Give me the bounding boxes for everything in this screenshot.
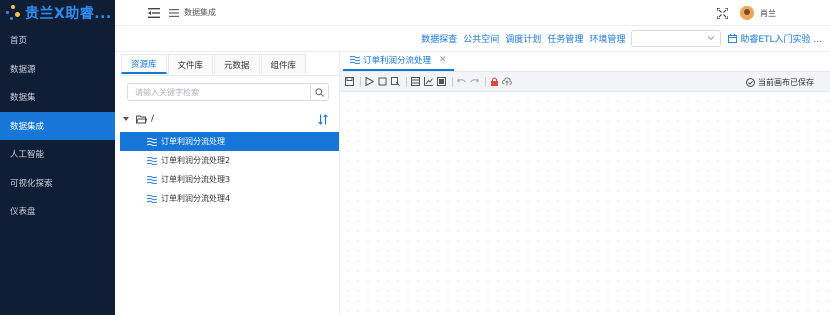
flow-icon <box>147 137 157 146</box>
sidebar-item-data-integration[interactable]: 数据集成 <box>0 111 115 140</box>
sidebar-item-datasource[interactable]: 数据源 <box>0 55 115 84</box>
chart-icon[interactable] <box>423 77 433 87</box>
editor-tabs: 订单利润分流处理 ✕ <box>340 52 830 72</box>
flow-icon <box>147 194 157 203</box>
resource-tree: 订单利润分流处理 订单利润分流处理2 订单利润分流处理3 订单利润分流处理4 <box>120 132 339 208</box>
sidebar-item-label: 人工智能 <box>10 150 45 161</box>
username[interactable]: 肖兰 <box>760 8 776 19</box>
flow-icon <box>147 175 157 184</box>
link-schedule-plan[interactable]: 调度计划 <box>505 32 541 45</box>
undo-icon[interactable] <box>456 77 466 87</box>
tree-item-label: 订单利润分流处理3 <box>161 175 231 184</box>
sidebar-item-dataset[interactable]: 数据集 <box>0 83 115 112</box>
tree-item[interactable]: 订单利润分流处理 <box>120 132 339 151</box>
search-button[interactable] <box>310 84 328 100</box>
caret-down-icon[interactable] <box>123 117 129 121</box>
check-circle-icon <box>746 78 755 87</box>
menu-collapse-icon[interactable] <box>148 7 160 18</box>
sidebar-item-label: 数据源 <box>10 64 36 75</box>
environment-select[interactable] <box>631 30 722 47</box>
sidebar-item-label: 仪表盘 <box>10 207 36 218</box>
lock-icon[interactable] <box>489 77 499 87</box>
tab-resource-library[interactable]: 资源库 <box>121 54 167 74</box>
search-icon <box>315 87 324 97</box>
sidebar-item-ai[interactable]: 人工智能 <box>0 140 115 169</box>
sidebar-item-home[interactable]: 首页 <box>0 26 115 55</box>
avatar[interactable] <box>740 6 754 20</box>
tree-item-label: 订单利润分流处理2 <box>161 156 231 165</box>
tree-root[interactable]: / <box>123 114 154 124</box>
top-header: 数据集成 肖兰 <box>115 0 830 26</box>
editor-tab[interactable]: 订单利润分流处理 ✕ <box>343 51 454 71</box>
fullscreen-icon[interactable] <box>717 7 728 19</box>
tab-component-library[interactable]: 组件库 <box>260 54 307 74</box>
etl-guide-link[interactable]: 助睿ETL入门实验 ... <box>728 32 822 45</box>
table-icon[interactable] <box>436 77 446 87</box>
editor-area: 订单利润分流处理 ✕ 当前画布已保存 <box>340 52 830 315</box>
toolbar-divider <box>485 76 486 87</box>
etl-guide-label: 助睿ETL入门实验 ... <box>740 35 822 45</box>
tree-item[interactable]: 订单利润分流处理4 <box>120 189 339 208</box>
folder-open-icon <box>136 115 147 123</box>
sidebar-item-label: 首页 <box>10 36 28 47</box>
editor-toolbar: 当前画布已保存 <box>340 72 830 92</box>
toolbar-divider <box>406 76 407 87</box>
editor-tab-label: 订单利润分流处理 <box>363 56 432 66</box>
grid-icon[interactable] <box>410 77 420 87</box>
link-public-space[interactable]: 公共空间 <box>463 32 499 45</box>
flow-icon <box>350 56 360 64</box>
search-input[interactable] <box>128 84 310 100</box>
breadcrumb: 数据集成 <box>184 8 216 17</box>
debug-icon[interactable] <box>390 77 400 87</box>
list-icon <box>169 8 179 17</box>
brand[interactable]: 贵兰X助睿... <box>0 0 115 26</box>
link-env-management[interactable]: 环境管理 <box>589 32 625 45</box>
flow-icon <box>147 156 157 165</box>
sidebar-item-label: 数据集 <box>10 93 36 104</box>
redo-icon[interactable] <box>469 77 479 87</box>
cloud-upload-icon[interactable] <box>502 77 512 87</box>
sidebar-item-dashboard[interactable]: 仪表盘 <box>0 197 115 226</box>
sidebar-item-label: 数据集成 <box>10 121 45 132</box>
save-status: 当前画布已保存 <box>746 77 814 88</box>
tree-item[interactable]: 订单利润分流处理2 <box>120 151 339 170</box>
close-icon[interactable]: ✕ <box>439 55 447 65</box>
resource-tabs: 资源库 文件库 元数据 组件库 <box>115 52 339 74</box>
link-task-management[interactable]: 任务管理 <box>547 32 583 45</box>
tree-item[interactable]: 订单利润分流处理3 <box>120 170 339 189</box>
tab-file-library[interactable]: 文件库 <box>167 54 214 74</box>
tree-root-label: / <box>151 114 155 124</box>
sidebar-item-visual-explore[interactable]: 可视化探索 <box>0 169 115 198</box>
chevron-down-icon <box>708 36 715 41</box>
resource-panel: 资源库 文件库 元数据 组件库 / 订单利润分流处理 订单利 <box>115 52 340 315</box>
save-icon[interactable] <box>344 77 354 87</box>
sidebar-menu: 首页 数据源 数据集 数据集成 人工智能 可视化探索 仪表盘 <box>0 26 115 226</box>
link-bar: 数据探查 公共空间 调度计划 任务管理 环境管理 助睿ETL入门实验 ... <box>115 26 830 52</box>
design-canvas[interactable] <box>340 93 830 315</box>
tab-metadata[interactable]: 元数据 <box>214 54 260 74</box>
sort-icon[interactable] <box>318 114 328 125</box>
tree-item-label: 订单利润分流处理 <box>161 137 225 146</box>
sidebar-item-label: 可视化探索 <box>10 178 53 189</box>
sidebar: 贵兰X助睿... 首页 数据源 数据集 数据集成 人工智能 可视化探索 仪表盘 <box>0 0 115 315</box>
stop-icon[interactable] <box>377 77 387 87</box>
toolbar-divider <box>452 76 453 87</box>
link-data-probe[interactable]: 数据探查 <box>421 32 457 45</box>
calendar-icon <box>728 34 738 43</box>
tab-divider <box>121 75 339 76</box>
sparkle-logo-icon <box>4 4 22 22</box>
brand-title: 贵兰X助睿... <box>25 6 112 22</box>
save-status-label: 当前画布已保存 <box>758 78 814 87</box>
search-box <box>127 83 329 101</box>
toolbar-divider <box>360 76 361 87</box>
play-icon[interactable] <box>364 77 374 87</box>
tree-item-label: 订单利润分流处理4 <box>161 194 231 203</box>
